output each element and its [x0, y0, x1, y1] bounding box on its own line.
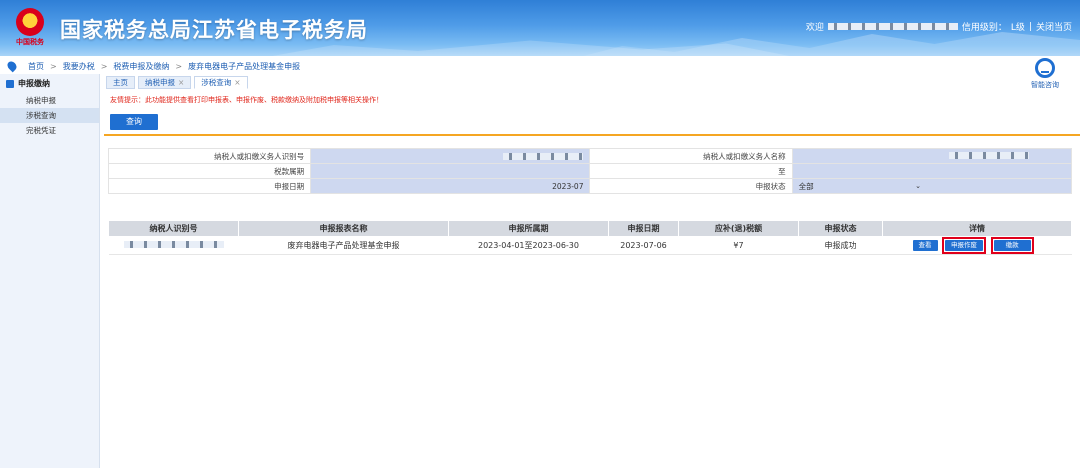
sidebar-item-tax-declaration[interactable]: 纳税申报	[0, 93, 99, 108]
redacted-taxpayer-id	[503, 152, 584, 160]
search-form: 纳税人或扣缴义务人识别号 纳税人或扣缴义务人名称 税款属期 至 申报日期 202…	[107, 148, 1073, 194]
col-status: 申报状态	[798, 220, 883, 237]
tab-bar: 主页 纳税申报 × 涉税查询 ×	[106, 76, 248, 89]
tab-tax-query[interactable]: 涉税查询 ×	[194, 76, 248, 89]
tab-label: 涉税查询	[201, 78, 232, 87]
location-pin-icon	[5, 59, 19, 73]
redacted-username	[827, 23, 958, 30]
results-table: 纳税人识别号 申报报表名称 申报所属期 申报日期 应补(退)税额 申报状态 详情…	[108, 220, 1072, 255]
header-banner: 中国税务 国家税务总局江苏省电子税务局 欢迎 信用级别： L级 | 关闭当页	[0, 0, 1080, 56]
declare-date-input[interactable]: 2023-07	[310, 178, 591, 194]
breadcrumb-separator: >	[100, 61, 108, 71]
breadcrumb-tax-service[interactable]: 我要办税	[63, 61, 95, 72]
taxpayer-name-label: 纳税人或扣缴义务人名称	[589, 148, 793, 164]
credit-value: L级	[1010, 23, 1025, 33]
breadcrumb-declare-pay[interactable]: 税费申报及缴纳	[113, 61, 169, 72]
col-period: 申报所属期	[448, 220, 609, 237]
sidebar-item-tax-query[interactable]: 涉税查询	[0, 108, 99, 123]
site-title: 国家税务总局江苏省电子税务局	[60, 18, 368, 42]
pay-highlight: 缴款	[990, 237, 1034, 254]
table-row: 废弃电器电子产品处理基金申报 2023-04-01至2023-06-30 202…	[108, 236, 1072, 255]
welcome-text: 欢迎	[805, 23, 824, 33]
close-icon[interactable]: ×	[178, 78, 184, 87]
table-header-row: 纳税人识别号 申报报表名称 申报所属期 申报日期 应补(退)税额 申报状态 详情	[108, 220, 1072, 237]
cell-declare-date: 2023-07-06	[608, 236, 679, 255]
breadcrumb-separator: >	[50, 61, 57, 71]
taxpayer-id-label: 纳税人或扣缴义务人识别号	[107, 148, 312, 164]
breadcrumb: 首页 > 我要办税 > 税费申报及缴纳 > 废弃电器电子产品处理基金申报	[0, 58, 1000, 74]
cell-report-name: 废弃电器电子产品处理基金申报	[238, 236, 449, 255]
period-to-label: 至	[589, 163, 793, 179]
period-end-input[interactable]	[791, 163, 1073, 179]
sidebar-section-label: 申报缴纳	[18, 79, 50, 88]
col-taxpayer-id: 纳税人识别号	[108, 220, 239, 237]
redacted-taxpayer-id	[123, 241, 224, 248]
cell-status: 申报成功	[798, 236, 883, 255]
sidebar-item-tax-certificate[interactable]: 完税凭证	[0, 123, 99, 138]
tab-label: 纳税申报	[145, 78, 175, 87]
breadcrumb-separator: >	[175, 61, 183, 71]
declare-date-label: 申报日期	[107, 178, 312, 194]
cell-taxpayer-id	[108, 236, 239, 255]
menu-grid-icon	[6, 79, 14, 88]
tax-emblem-logo: 中国税务	[14, 8, 46, 48]
void-declaration-button[interactable]: 申报作废	[945, 240, 984, 251]
sidebar: 申报缴纳 纳税申报 涉税查询 完税凭证	[0, 74, 100, 468]
cell-actions: 查看 申报作废 缴款	[882, 236, 1072, 255]
col-details: 详情	[882, 220, 1072, 237]
view-button[interactable]: 查看	[912, 240, 938, 251]
col-amount: 应补(退)税额	[678, 220, 799, 237]
close-page-link[interactable]: 关闭当页	[1036, 20, 1072, 33]
chevron-down-icon: ⌄	[915, 182, 921, 190]
tab-tax-declaration[interactable]: 纳税申报 ×	[138, 76, 192, 89]
cell-amount: ¥7	[678, 236, 799, 255]
col-declare-date: 申报日期	[608, 220, 679, 237]
sidebar-section-header[interactable]: 申报缴纳	[0, 74, 99, 93]
section-divider	[104, 134, 1080, 136]
smart-consult-label: 智能咨询	[1031, 81, 1059, 89]
col-report-name: 申报报表名称	[238, 220, 449, 237]
period-start-input[interactable]	[310, 163, 591, 179]
smart-consult-button[interactable]: 智能咨询	[1020, 58, 1070, 90]
tab-home[interactable]: 主页	[106, 76, 135, 89]
status-selected-value: 全部	[798, 181, 814, 191]
user-bar: 欢迎 信用级别： L级 | 关闭当页	[805, 20, 1072, 34]
query-button[interactable]: 查询	[110, 114, 158, 130]
declare-status-select[interactable]: 全部 ⌄	[791, 178, 1073, 194]
cell-period: 2023-04-01至2023-06-30	[448, 236, 609, 255]
emblem-mark: 中国税务	[16, 38, 44, 46]
void-highlight: 申报作废	[942, 237, 987, 254]
redacted-taxpayer-name	[948, 151, 1029, 159]
header-divider: |	[1028, 21, 1032, 32]
credit-label: 信用级别：	[961, 23, 1007, 33]
breadcrumb-home[interactable]: 首页	[28, 61, 44, 72]
robot-assistant-icon	[1035, 58, 1055, 78]
pay-button[interactable]: 缴款	[993, 240, 1031, 251]
breadcrumb-current: 废弃电器电子产品处理基金申报	[188, 61, 301, 71]
tab-label: 主页	[113, 78, 128, 87]
taxpayer-name-field	[791, 148, 1073, 164]
friendly-notice: 友情提示：此功能提供查看打印申报表、申报作废、税款缴纳及附加税申报等相关操作！	[110, 96, 383, 104]
emblem-icon	[16, 8, 44, 36]
declare-status-label: 申报状态	[589, 178, 793, 194]
close-icon[interactable]: ×	[234, 78, 240, 87]
taxpayer-id-field	[310, 148, 591, 164]
period-label: 税款属期	[107, 163, 312, 179]
